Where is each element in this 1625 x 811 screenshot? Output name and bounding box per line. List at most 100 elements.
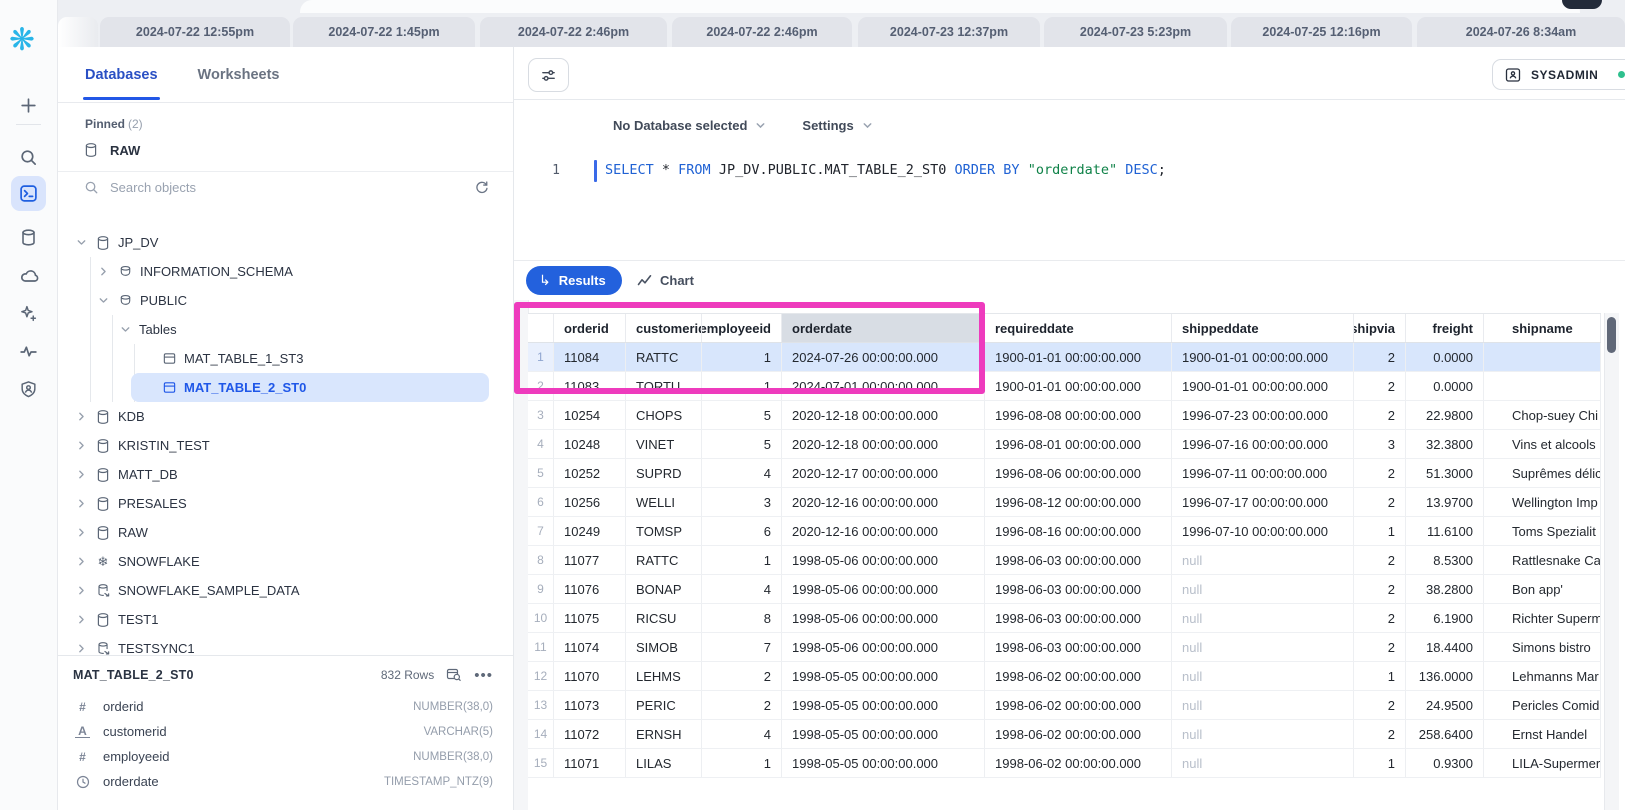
cell-shipvia[interactable]: 1 bbox=[1354, 662, 1406, 690]
row-number[interactable]: 14 bbox=[528, 720, 554, 748]
cell-shippeddate[interactable]: null bbox=[1172, 546, 1354, 574]
cell-employeeid[interactable]: 1 bbox=[702, 749, 782, 777]
cell-requireddate[interactable]: 1900-01-01 00:00:00.000 bbox=[985, 372, 1172, 400]
snowflake-logo-icon[interactable]: ❋ bbox=[9, 22, 35, 58]
tab-databases[interactable]: Databases bbox=[85, 67, 158, 83]
browser-tab-partial[interactable] bbox=[58, 17, 98, 47]
sql-statement[interactable]: SELECT * FROM JP_DV.PUBLIC.MAT_TABLE_2_S… bbox=[605, 162, 1166, 178]
cell-employeeid[interactable]: 1 bbox=[702, 343, 782, 371]
cell-shipname[interactable]: Richter Superm bbox=[1484, 604, 1601, 632]
table-row-13[interactable]: 1311073PERIC21998-05-05 00:00:00.0001998… bbox=[528, 691, 1601, 720]
nav-activity[interactable] bbox=[11, 334, 46, 369]
cell-shipvia[interactable]: 2 bbox=[1354, 575, 1406, 603]
cell-shipname[interactable]: LILA-Supermer bbox=[1484, 749, 1601, 777]
cell-freight[interactable]: 18.4400 bbox=[1406, 633, 1484, 661]
cell-shipvia[interactable]: 2 bbox=[1354, 488, 1406, 516]
cell-orderdate[interactable]: 1998-05-05 00:00:00.000 bbox=[782, 691, 985, 719]
column-header-requireddate[interactable]: requireddate bbox=[985, 314, 1172, 342]
table-row-15[interactable]: 1511071LILAS11998-05-05 00:00:00.0001998… bbox=[528, 749, 1601, 778]
cell-shippeddate[interactable]: 1996-07-23 00:00:00.000 bbox=[1172, 401, 1354, 429]
column-header-customerid[interactable]: customerid bbox=[626, 314, 702, 342]
cell-customerid[interactable]: RATTC bbox=[626, 343, 702, 371]
row-number[interactable]: 1 bbox=[528, 343, 554, 371]
row-number[interactable]: 10 bbox=[528, 604, 554, 632]
cell-orderid[interactable]: 11084 bbox=[554, 343, 626, 371]
cell-employeeid[interactable]: 8 bbox=[702, 604, 782, 632]
table-row-6[interactable]: 610256WELLI32020-12-16 00:00:00.0001996-… bbox=[528, 488, 1601, 517]
cell-employeeid[interactable]: 4 bbox=[702, 459, 782, 487]
browser-tab[interactable]: 2024-07-22 2:46pm bbox=[480, 17, 667, 47]
row-number[interactable]: 4 bbox=[528, 430, 554, 458]
tree-item-snowflake_sample_data[interactable]: SNOWFLAKE_SAMPLE_DATA bbox=[57, 576, 300, 605]
preview-icon[interactable] bbox=[446, 667, 462, 683]
cell-freight[interactable]: 22.9800 bbox=[1406, 401, 1484, 429]
cell-orderdate[interactable]: 2020-12-18 00:00:00.000 bbox=[782, 430, 985, 458]
cell-customerid[interactable]: RATTC bbox=[626, 546, 702, 574]
cell-orderdate[interactable]: 2020-12-18 00:00:00.000 bbox=[782, 401, 985, 429]
cell-shipname[interactable] bbox=[1484, 343, 1601, 371]
cell-shipname[interactable]: Toms Spezialit bbox=[1484, 517, 1601, 545]
browser-tab[interactable]: 2024-07-22 12:55pm bbox=[100, 17, 290, 47]
cell-orderdate[interactable]: 1998-05-06 00:00:00.000 bbox=[782, 546, 985, 574]
cell-shipname[interactable]: Rattlesnake Ca bbox=[1484, 546, 1601, 574]
cell-requireddate[interactable]: 1998-06-03 00:00:00.000 bbox=[985, 575, 1172, 603]
cell-employeeid[interactable]: 1 bbox=[702, 546, 782, 574]
cell-shippeddate[interactable]: 1996-07-17 00:00:00.000 bbox=[1172, 488, 1354, 516]
row-number[interactable]: 6 bbox=[528, 488, 554, 516]
cell-freight[interactable]: 0.0000 bbox=[1406, 343, 1484, 371]
tree-item-mat_table_1_st3[interactable]: MAT_TABLE_1_ST3 bbox=[57, 344, 303, 373]
tree-item-kristin_test[interactable]: KRISTIN_TEST bbox=[57, 431, 210, 460]
cell-shippeddate[interactable]: 1900-01-01 00:00:00.000 bbox=[1172, 372, 1354, 400]
cell-customerid[interactable]: BONAP bbox=[626, 575, 702, 603]
cell-requireddate[interactable]: 1998-06-02 00:00:00.000 bbox=[985, 749, 1172, 777]
cell-shipname[interactable]: Pericles Comid bbox=[1484, 691, 1601, 719]
row-number[interactable]: 2 bbox=[528, 372, 554, 400]
cell-requireddate[interactable]: 1998-06-03 00:00:00.000 bbox=[985, 633, 1172, 661]
row-number[interactable]: 9 bbox=[528, 575, 554, 603]
cell-shipname[interactable]: Bon app' bbox=[1484, 575, 1601, 603]
cell-orderdate[interactable]: 2020-12-17 00:00:00.000 bbox=[782, 459, 985, 487]
cell-freight[interactable]: 32.3800 bbox=[1406, 430, 1484, 458]
cell-shipvia[interactable]: 2 bbox=[1354, 604, 1406, 632]
cell-orderid[interactable]: 10256 bbox=[554, 488, 626, 516]
worksheet-config-button[interactable] bbox=[528, 58, 569, 92]
cell-customerid[interactable]: LILAS bbox=[626, 749, 702, 777]
role-selector[interactable]: SYSADMIN bbox=[1492, 59, 1625, 90]
cell-orderdate[interactable]: 2024-07-01 00:00:00.000 bbox=[782, 372, 985, 400]
cell-employeeid[interactable]: 5 bbox=[702, 401, 782, 429]
cell-customerid[interactable]: CHOPS bbox=[626, 401, 702, 429]
cell-orderid[interactable]: 10254 bbox=[554, 401, 626, 429]
browser-tab[interactable]: 2024-07-25 12:16pm bbox=[1231, 17, 1412, 47]
cell-shippeddate[interactable]: null bbox=[1172, 691, 1354, 719]
browser-tab[interactable]: 2024-07-22 1:45pm bbox=[293, 17, 475, 47]
row-number[interactable]: 15 bbox=[528, 749, 554, 777]
more-options-icon[interactable]: ••• bbox=[474, 667, 493, 684]
tree-item-snowflake[interactable]: ❄SNOWFLAKE bbox=[57, 547, 200, 576]
nav-search[interactable] bbox=[11, 140, 46, 175]
row-number[interactable]: 13 bbox=[528, 691, 554, 719]
cell-shipname[interactable]: Wellington Imp bbox=[1484, 488, 1601, 516]
table-row-12[interactable]: 1211070LEHMS21998-05-05 00:00:00.0001998… bbox=[528, 662, 1601, 691]
column-header-orderid[interactable]: orderid bbox=[554, 314, 626, 342]
tree-item-presales[interactable]: PRESALES bbox=[57, 489, 187, 518]
tree-item-kdb[interactable]: KDB bbox=[57, 402, 145, 431]
cell-orderid[interactable]: 10248 bbox=[554, 430, 626, 458]
cell-shipname[interactable]: Ernst Handel bbox=[1484, 720, 1601, 748]
cell-freight[interactable]: 38.2800 bbox=[1406, 575, 1484, 603]
cell-freight[interactable]: 13.9700 bbox=[1406, 488, 1484, 516]
cell-customerid[interactable]: TOMSP bbox=[626, 517, 702, 545]
cell-orderid[interactable]: 10252 bbox=[554, 459, 626, 487]
cell-shipname[interactable]: Suprêmes délic bbox=[1484, 459, 1601, 487]
nav-databases[interactable] bbox=[11, 220, 46, 255]
cell-shipvia[interactable]: 2 bbox=[1354, 401, 1406, 429]
column-header-shipvia[interactable]: shipvia bbox=[1354, 314, 1406, 342]
row-number[interactable]: 12 bbox=[528, 662, 554, 690]
row-number[interactable]: 11 bbox=[528, 633, 554, 661]
cell-orderid[interactable]: 11073 bbox=[554, 691, 626, 719]
cell-requireddate[interactable]: 1900-01-01 00:00:00.000 bbox=[985, 343, 1172, 371]
row-number[interactable]: 7 bbox=[528, 517, 554, 545]
browser-tab[interactable]: 2024-07-23 5:23pm bbox=[1044, 17, 1227, 47]
cell-requireddate[interactable]: 1996-08-06 00:00:00.000 bbox=[985, 459, 1172, 487]
cell-orderdate[interactable]: 1998-05-06 00:00:00.000 bbox=[782, 604, 985, 632]
cell-orderid[interactable]: 11074 bbox=[554, 633, 626, 661]
